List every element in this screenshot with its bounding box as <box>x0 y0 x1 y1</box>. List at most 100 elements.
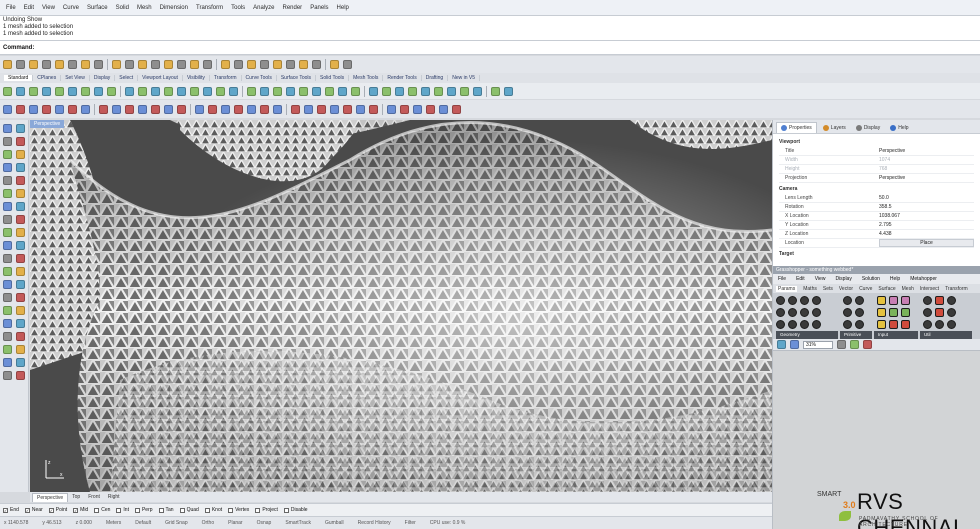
component-icon[interactable] <box>855 296 864 305</box>
tool-icon[interactable] <box>151 104 160 114</box>
toolbar-tab-set-view[interactable]: Set View <box>61 75 90 81</box>
component-icon[interactable] <box>800 296 809 305</box>
menu-item-solid[interactable]: Solid <box>112 5 133 11</box>
tool-icon[interactable] <box>273 104 282 114</box>
viewport-title[interactable]: Perspective <box>30 120 65 128</box>
menu-item-view[interactable]: View <box>38 5 59 11</box>
tool-icon[interactable] <box>343 60 352 69</box>
tool-icon[interactable] <box>247 104 256 114</box>
component-icon[interactable] <box>877 308 886 317</box>
tool-icon[interactable] <box>177 60 186 69</box>
sidebar-tool-icon[interactable] <box>16 345 25 354</box>
tool-icon[interactable] <box>3 104 12 114</box>
osnap-end[interactable]: ✓ End <box>3 507 19 513</box>
toolbar-tab-standard[interactable]: Standard <box>4 75 34 81</box>
component-icon[interactable] <box>889 296 898 305</box>
sidebar-tool-icon[interactable] <box>3 150 12 159</box>
gh-group-util[interactable]: Util <box>920 331 972 339</box>
tool-icon[interactable] <box>504 86 513 96</box>
tool-icon[interactable] <box>291 104 300 114</box>
tool-icon[interactable] <box>68 104 77 114</box>
sidebar-tool-icon[interactable] <box>16 358 25 367</box>
component-icon[interactable] <box>901 320 910 329</box>
menu-item-dimension[interactable]: Dimension <box>156 5 192 11</box>
property-value[interactable]: 358.5 <box>879 204 974 210</box>
sidebar-tool-icon[interactable] <box>3 163 12 172</box>
status-layer[interactable]: Default <box>135 520 151 526</box>
save-file-icon[interactable] <box>790 340 799 349</box>
menu-item-file[interactable]: File <box>2 5 20 11</box>
osnap-near[interactable]: ✓ Near <box>24 507 43 513</box>
tool-icon[interactable] <box>42 104 51 114</box>
tool-icon[interactable] <box>452 104 461 114</box>
property-value[interactable]: Perspective <box>879 148 974 154</box>
osnap-knot[interactable]: Knot <box>204 507 222 513</box>
toolbar-tab-new-in-v5[interactable]: New in V5 <box>448 75 481 81</box>
tool-icon[interactable] <box>343 104 352 114</box>
component-icon[interactable] <box>877 296 886 305</box>
component-icon[interactable] <box>923 320 932 329</box>
component-icon[interactable] <box>855 308 864 317</box>
tool-icon[interactable] <box>177 104 186 114</box>
planar-toggle[interactable]: Planar <box>228 520 242 526</box>
toolbar-tab-drafting[interactable]: Drafting <box>422 75 449 81</box>
tool-icon[interactable] <box>208 104 217 114</box>
sidebar-tool-icon[interactable] <box>3 202 12 211</box>
component-icon[interactable] <box>843 296 852 305</box>
tool-icon[interactable] <box>81 60 90 69</box>
ortho-toggle[interactable]: Ortho <box>202 520 215 526</box>
preview-eye-icon[interactable] <box>850 340 859 349</box>
component-icon[interactable] <box>788 320 797 329</box>
tool-icon[interactable] <box>299 86 308 96</box>
sidebar-tool-icon[interactable] <box>16 150 25 159</box>
tool-icon[interactable] <box>125 86 134 96</box>
property-value[interactable]: 768 <box>879 166 974 172</box>
gh-tab-transform[interactable]: Transform <box>945 286 968 292</box>
component-icon[interactable] <box>855 320 864 329</box>
toolbar-tab-viewport-layout[interactable]: Viewport Layout <box>138 75 183 81</box>
osnap-toggle[interactable]: Osnap <box>257 520 272 526</box>
tool-icon[interactable] <box>325 86 334 96</box>
osnap-checkbox[interactable]: ✓ <box>73 507 79 513</box>
tool-icon[interactable] <box>81 86 90 96</box>
tool-icon[interactable] <box>234 60 243 69</box>
menu-item-mesh[interactable]: Mesh <box>133 5 156 11</box>
osnap-quad[interactable]: Quad <box>179 507 199 513</box>
tool-icon[interactable] <box>260 60 269 69</box>
sidebar-tool-icon[interactable] <box>3 332 12 341</box>
panel-tab-layers[interactable]: Layers <box>819 123 850 133</box>
osnap-checkbox[interactable] <box>134 507 140 513</box>
tool-icon[interactable] <box>247 60 256 69</box>
sidebar-tool-icon[interactable] <box>3 241 12 250</box>
tool-icon[interactable] <box>190 86 199 96</box>
sidebar-tool-icon[interactable] <box>3 280 12 289</box>
tool-icon[interactable] <box>460 86 469 96</box>
component-icon[interactable] <box>901 296 910 305</box>
tool-icon[interactable] <box>312 86 321 96</box>
tool-icon[interactable] <box>312 60 321 69</box>
tool-icon[interactable] <box>55 86 64 96</box>
gh-tab-vector[interactable]: Vector <box>839 286 853 292</box>
property-value[interactable]: 50.0 <box>879 195 974 201</box>
toolbar-tab-select[interactable]: Select <box>115 75 139 81</box>
component-icon[interactable] <box>800 308 809 317</box>
gh-tab-intersect[interactable]: Intersect <box>920 286 939 292</box>
command-line[interactable]: Command: <box>0 40 980 55</box>
tool-icon[interactable] <box>29 104 38 114</box>
component-icon[interactable] <box>947 296 956 305</box>
component-icon[interactable] <box>812 308 821 317</box>
toolbar-tab-curve-tools[interactable]: Curve Tools <box>242 75 277 81</box>
tool-icon[interactable] <box>94 86 103 96</box>
open-file-icon[interactable] <box>777 340 786 349</box>
sidebar-tool-icon[interactable] <box>3 215 12 224</box>
tool-icon[interactable] <box>330 60 339 69</box>
tool-icon[interactable] <box>190 60 199 69</box>
toolbar-tab-visibility[interactable]: Visibility <box>183 75 210 81</box>
sidebar-tool-icon[interactable] <box>3 293 12 302</box>
menu-item-curve[interactable]: Curve <box>59 5 83 11</box>
tool-icon[interactable] <box>247 86 256 96</box>
tool-icon[interactable] <box>81 104 90 114</box>
grasshopper-canvas[interactable]: SMART 3.0 RVS CHENNAI PADMAVATHY SCHOOL … <box>773 351 980 529</box>
gh-menu-display[interactable]: Display <box>835 276 851 282</box>
tool-icon[interactable] <box>138 60 147 69</box>
